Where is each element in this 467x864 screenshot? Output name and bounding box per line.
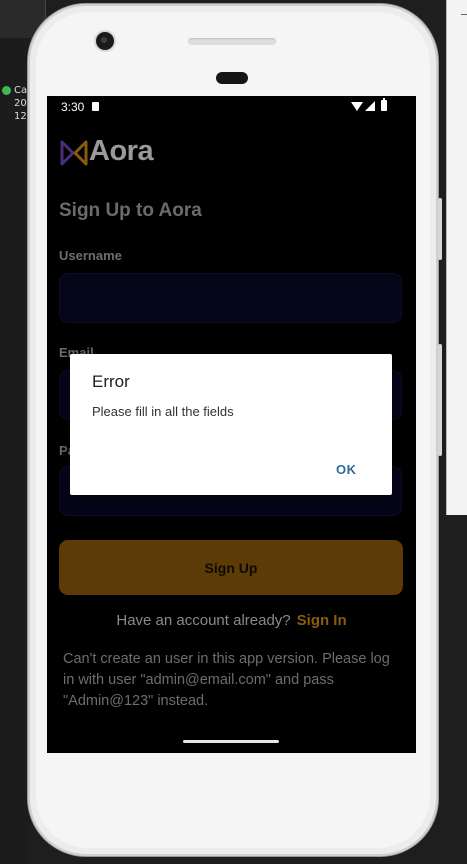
front-camera-icon (96, 32, 114, 50)
signin-link[interactable]: Sign In (297, 612, 347, 629)
login-note: Can't create an user in this app version… (63, 651, 390, 709)
notification-line-1: Ca (14, 85, 28, 96)
proximity-sensor (216, 72, 248, 84)
signup-button[interactable]: Sign Up (59, 540, 403, 595)
earpiece-speaker (188, 38, 276, 45)
dialog-message: Please fill in all the fields (92, 404, 234, 419)
page-title: Sign Up to Aora (59, 200, 202, 221)
gesture-nav-bar[interactable] (183, 740, 279, 743)
status-time: 3:30 (61, 100, 85, 114)
username-input[interactable] (60, 274, 416, 322)
error-dialog: Error Please fill in all the fields OK (70, 354, 392, 495)
volume-button[interactable] (438, 344, 442, 456)
sd-card-icon (92, 102, 99, 111)
cell-signal-icon (365, 101, 375, 111)
phone-screen: 3:30 Aora Sign Up to Aora Username Email… (47, 96, 416, 753)
battery-icon (381, 98, 387, 111)
dialog-title: Error (92, 372, 130, 391)
username-field[interactable] (59, 273, 416, 323)
logo-text: Aora (89, 135, 154, 167)
signin-prompt: Have an account already? Sign In (47, 612, 416, 629)
dialog-ok-button[interactable]: OK (336, 462, 357, 477)
check-circle-icon (2, 85, 11, 95)
desktop-background-right (446, 515, 467, 864)
minimize-icon[interactable] (461, 14, 467, 15)
aora-logo-icon (60, 140, 88, 166)
username-label: Username (59, 248, 122, 263)
have-account-text: Have an account already? (116, 612, 291, 629)
signup-button-label: Sign Up (204, 559, 258, 576)
desktop-side-panel[interactable] (446, 0, 467, 515)
power-button[interactable] (438, 198, 442, 260)
wifi-icon (351, 102, 363, 111)
